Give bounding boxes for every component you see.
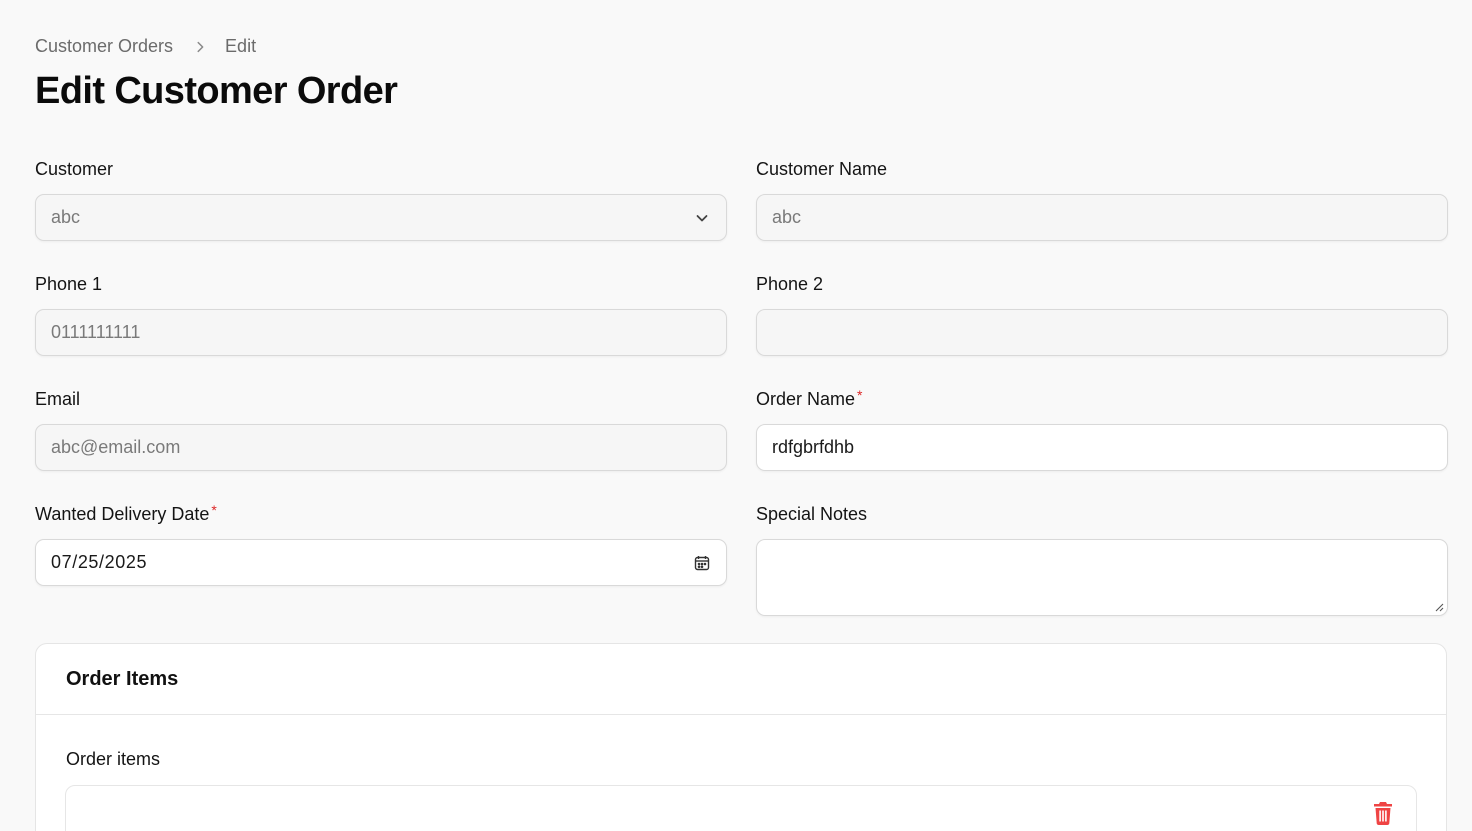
special-notes-field: Special Notes [756,503,1448,616]
customer-name-field: Customer Name abc [756,158,1448,241]
customer-select[interactable]: abc [35,194,727,241]
chevron-down-icon [694,210,710,226]
breadcrumb: Customer Orders Edit [35,36,256,57]
phone2-field: Phone 2 [756,273,1448,356]
order-name-label: Order Name * [756,387,1448,410]
email-value: abc@email.com [51,437,181,457]
customer-name-label: Customer Name [756,159,888,179]
calendar-icon[interactable] [694,555,710,571]
email-input[interactable]: abc@email.com [35,424,727,471]
customer-label: Customer [35,159,114,179]
order-items-section: Order Items Order items [35,643,1447,831]
order-items-header: Order Items [36,644,1446,715]
phone2-label: Phone 2 [756,274,824,294]
breadcrumb-customer-orders[interactable]: Customer Orders [35,36,173,57]
delivery-date-field: Wanted Delivery Date * 07/25/2025 [35,502,727,586]
order-name-value: rdfgbrfdhb [772,437,855,457]
required-mark: * [211,502,217,518]
phone1-field: Phone 1 0111111111 [35,273,727,356]
order-items-sublabel: Order items [66,749,161,769]
customer-name-value: abc [772,207,802,227]
page: Customer Orders Edit Edit Customer Order… [0,0,1472,831]
phone1-input[interactable]: 0111111111 [35,309,727,356]
phone2-input[interactable] [756,309,1448,356]
trash-icon[interactable] [1372,800,1394,826]
page-title: Edit Customer Order [35,70,398,112]
order-name-label-text: Order Name [756,389,856,409]
phone1-label: Phone 1 [35,274,103,294]
order-items-title: Order Items [66,667,179,690]
phone1-value: 0111111111 [51,322,141,342]
customer-field: Customer abc [35,158,727,241]
delivery-date-label-text: Wanted Delivery Date [35,504,210,524]
special-notes-textarea[interactable] [756,539,1448,616]
chevron-right-icon [193,40,207,54]
delivery-date-label: Wanted Delivery Date * [35,502,727,525]
customer-select-value: abc [51,207,81,227]
customer-name-input[interactable]: abc [756,194,1448,241]
order-name-field: Order Name * rdfgbrfdhb [756,387,1448,471]
resize-grip-icon[interactable] [1434,602,1444,612]
delivery-date-input[interactable]: 07/25/2025 [35,539,727,586]
delivery-date-value: 07/25/2025 [51,552,148,572]
required-mark: * [857,387,863,403]
email-field: Email abc@email.com [35,388,727,471]
breadcrumb-edit: Edit [225,36,257,56]
special-notes-label: Special Notes [756,504,868,524]
order-name-input[interactable]: rdfgbrfdhb [756,424,1448,471]
email-label: Email [35,389,81,409]
order-item-row [65,785,1417,831]
